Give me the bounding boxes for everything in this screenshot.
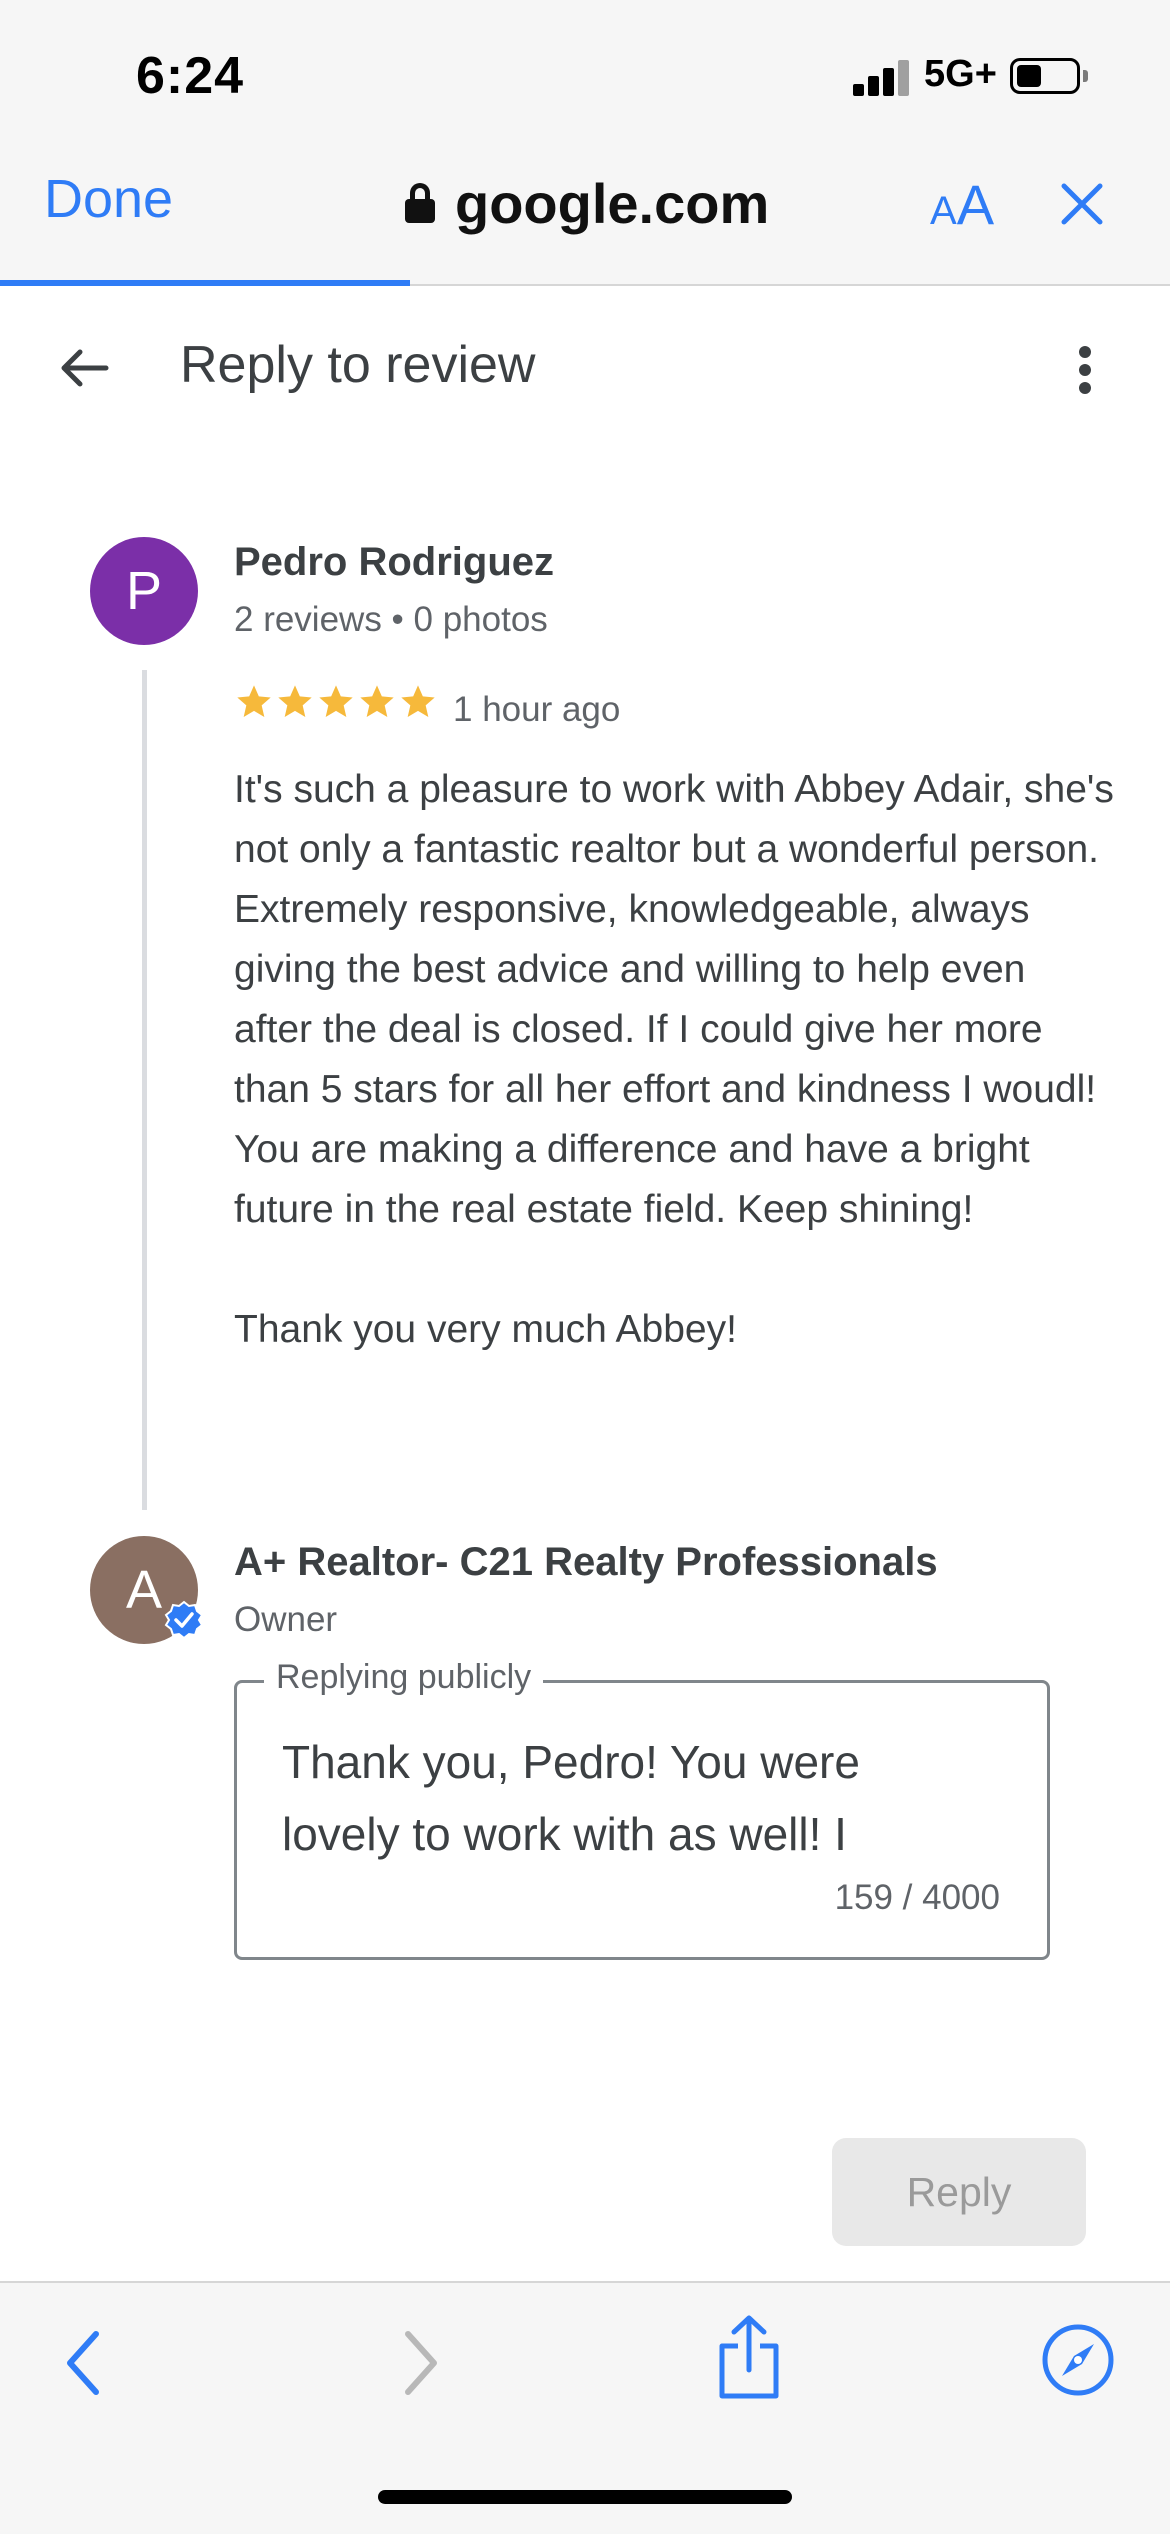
verified-badge-icon (164, 1600, 204, 1640)
star-rating (234, 682, 439, 722)
back-arrow-icon[interactable] (56, 340, 112, 396)
reply-button[interactable]: Reply (832, 2138, 1086, 2246)
star-icon (401, 685, 435, 717)
signal-icon (853, 58, 909, 96)
thread-line (142, 670, 147, 1510)
compass-icon[interactable] (1040, 2322, 1116, 2398)
star-icon (319, 685, 353, 717)
url-text: google.com (455, 171, 770, 235)
forward-nav-icon[interactable] (402, 2328, 442, 2398)
page-load-progress (0, 280, 410, 286)
more-options-icon[interactable] (1070, 340, 1100, 400)
star-icon (237, 685, 271, 717)
status-bar: 6:24 5G+ (0, 0, 1170, 150)
text-size-button[interactable]: AA (930, 172, 994, 237)
lock-icon (405, 183, 435, 223)
home-indicator[interactable] (378, 2490, 792, 2504)
owner-name: A+ Realtor- C21 Realty Professionals (234, 1540, 938, 1584)
review-text: It's such a pleasure to work with Abbey … (234, 768, 1114, 1351)
star-icon (360, 685, 394, 717)
back-nav-icon[interactable] (62, 2328, 102, 2398)
reviewer-avatar: P (90, 537, 198, 645)
battery-icon (1010, 58, 1080, 94)
done-button[interactable]: Done (44, 168, 173, 230)
status-time: 6:24 (136, 47, 245, 105)
text-size-small-label: A (930, 189, 957, 233)
reviewer-name: Pedro Rodriguez (234, 540, 555, 584)
char-counter: 159 / 4000 (834, 1878, 1000, 1917)
page-title: Reply to review (180, 336, 536, 394)
reviewer-meta: 2 reviews • 0 photos (234, 600, 548, 639)
owner-role: Owner (234, 1600, 338, 1639)
star-icon (278, 685, 312, 717)
reply-text[interactable]: Thank you, Pedro! You were lovely to wor… (282, 1726, 982, 1870)
browser-bar: Done google.com AA (0, 150, 1170, 286)
address-bar[interactable]: google.com (405, 168, 769, 238)
close-icon[interactable] (1058, 180, 1106, 228)
text-size-big-label: A (956, 173, 995, 236)
network-label: 5G+ (924, 53, 997, 95)
share-icon[interactable] (714, 2312, 784, 2402)
reply-field-label: Replying publicly (264, 1658, 544, 1697)
review-time: 1 hour ago (453, 690, 621, 729)
